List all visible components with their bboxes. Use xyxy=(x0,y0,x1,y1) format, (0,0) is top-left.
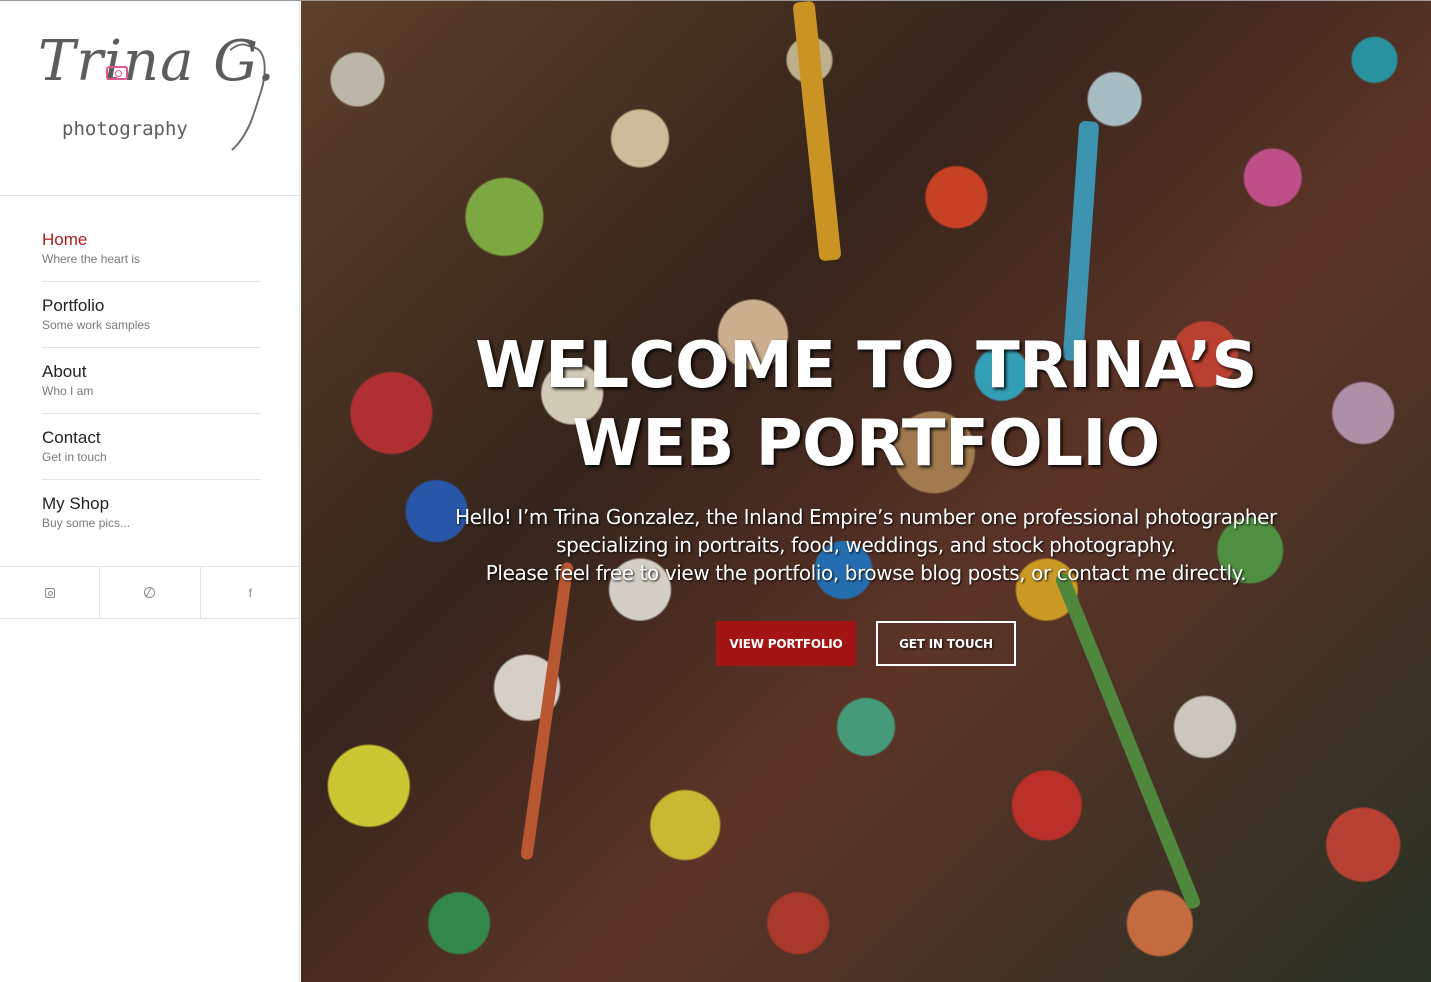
dribbble-icon xyxy=(144,587,156,598)
facebook-link[interactable]: f xyxy=(201,567,300,618)
nav-item-subtitle: Some work samples xyxy=(42,318,151,332)
site-logo[interactable]: Trina G. photography xyxy=(0,0,300,196)
nav-item-contact[interactable]: Contact Get in touch xyxy=(42,414,261,480)
instagram-icon xyxy=(44,587,55,598)
nav-item-title: My Shop xyxy=(42,494,110,513)
hero-intro-line: Please feel free to view the portfolio, … xyxy=(485,561,1247,585)
nav-item-title: Portfolio xyxy=(42,296,105,315)
social-links: f xyxy=(0,566,300,619)
sidebar: Trina G. photography Home Where the hear… xyxy=(0,0,300,982)
nav-item-home[interactable]: Home Where the heart is xyxy=(42,216,261,282)
nav-item-title: Contact xyxy=(42,428,101,447)
logo-subtitle: photography xyxy=(62,118,188,140)
facebook-icon: f xyxy=(248,585,252,600)
nav-item-title: Home xyxy=(42,230,88,249)
nav-item-my-shop[interactable]: My Shop Buy some pics... xyxy=(42,480,261,546)
nav-item-portfolio[interactable]: Portfolio Some work samples xyxy=(42,282,261,348)
dribbble-link[interactable] xyxy=(100,567,201,618)
nav-item-title: About xyxy=(42,362,87,381)
get-in-touch-button[interactable]: GET IN TOUCH xyxy=(876,621,1016,666)
hero-content: WELCOME TO TRINA’S WEB PORTFOLIO Hello! … xyxy=(301,327,1431,666)
hero-title: WELCOME TO TRINA’S WEB PORTFOLIO xyxy=(475,329,1257,481)
nav-item-subtitle: Who I am xyxy=(42,384,94,398)
nav-item-subtitle: Buy some pics... xyxy=(42,516,131,530)
nav-item-subtitle: Get in touch xyxy=(42,450,107,464)
nav-item-subtitle: Where the heart is xyxy=(42,252,141,266)
camera-icon xyxy=(106,66,128,80)
instagram-link[interactable] xyxy=(0,567,101,618)
hero-intro-line: Hello! I’m Trina Gonzalez, the Inland Em… xyxy=(455,505,1277,557)
hero-section: WELCOME TO TRINA’S WEB PORTFOLIO Hello! … xyxy=(301,1,1431,982)
hero-intro: Hello! I’m Trina Gonzalez, the Inland Em… xyxy=(416,503,1316,587)
top-border xyxy=(0,0,1431,1)
nav-item-about[interactable]: About Who I am xyxy=(42,348,261,414)
logo-script-text: Trina G. xyxy=(38,29,276,94)
view-portfolio-button[interactable]: VIEW PORTFOLIO xyxy=(716,621,856,666)
hero-buttons: VIEW PORTFOLIO GET IN TOUCH xyxy=(301,621,1431,666)
main-nav: Home Where the heart is Portfolio Some w… xyxy=(42,216,261,546)
